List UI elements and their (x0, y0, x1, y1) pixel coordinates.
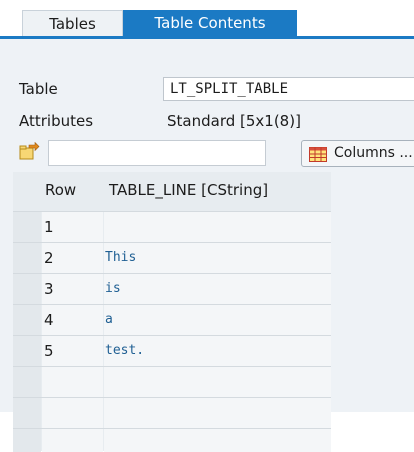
tab-table-contents[interactable]: Table Contents (123, 10, 297, 36)
row-value (104, 429, 331, 452)
column-header-row[interactable]: Row (45, 181, 76, 199)
table-row[interactable]: 4 a (13, 304, 331, 335)
column-header-table-line[interactable]: TABLE_LINE [CString] (109, 181, 268, 199)
row-selector[interactable] (13, 398, 41, 428)
filter-input[interactable] (48, 140, 266, 166)
table-contents-panel: Table LT_SPLIT_TABLE Attributes Standard… (0, 39, 414, 452)
row-value[interactable]: a (104, 305, 331, 335)
row-value[interactable]: is (104, 274, 331, 304)
row-selector[interactable] (13, 243, 41, 273)
table-row-empty[interactable] (13, 366, 331, 397)
row-value[interactable] (104, 367, 331, 397)
table-row-empty (13, 428, 331, 452)
row-value[interactable] (104, 212, 331, 242)
row-number: 2 (42, 243, 103, 273)
table-row[interactable]: 2 This (13, 242, 331, 273)
row-selector[interactable] (13, 336, 41, 366)
row-value[interactable] (104, 398, 331, 428)
row-selector[interactable] (13, 305, 41, 335)
table-row[interactable]: 3 is (13, 273, 331, 304)
row-selector[interactable] (13, 274, 41, 304)
row-value[interactable]: test. (104, 336, 331, 366)
row-number (42, 398, 103, 428)
row-number: 5 (42, 336, 103, 366)
tab-strip: Tables Table Contents (0, 0, 414, 40)
row-number: 1 (42, 212, 103, 242)
row-number (42, 429, 103, 452)
row-number (42, 367, 103, 397)
data-grid: Row TABLE_LINE [CString] 1 2 This 3 is 4… (13, 172, 331, 452)
row-selector[interactable] (13, 367, 41, 397)
row-selector (13, 429, 41, 452)
columns-button-label: Columns ... (334, 145, 413, 161)
table-grid-icon (309, 146, 327, 162)
details-folder-arrow-icon[interactable] (18, 141, 40, 164)
table-row-empty[interactable] (13, 397, 331, 428)
attributes-label: Attributes (19, 112, 94, 130)
row-value[interactable]: This (104, 243, 331, 273)
row-selector[interactable] (13, 212, 41, 242)
tab-tables[interactable]: Tables (22, 10, 123, 36)
table-row[interactable]: 1 (13, 211, 331, 242)
table-label: Table (19, 80, 58, 98)
table-name-field[interactable]: LT_SPLIT_TABLE (163, 77, 414, 101)
columns-button[interactable]: Columns ... (301, 140, 414, 167)
row-number: 4 (42, 305, 103, 335)
table-row[interactable]: 5 test. (13, 335, 331, 366)
row-number: 3 (42, 274, 103, 304)
attributes-value: Standard [5x1(8)] (167, 112, 301, 130)
